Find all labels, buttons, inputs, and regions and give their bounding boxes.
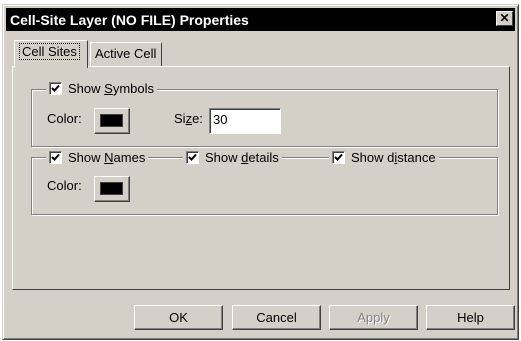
check-icon (334, 153, 343, 161)
close-icon: ✕ (499, 11, 510, 25)
names-color-label: Color: (47, 178, 82, 193)
show-details-label: Show details (205, 150, 279, 165)
tab-cell-sites[interactable]: Cell Sites (14, 40, 88, 68)
show-distance-option[interactable]: Show distance (329, 150, 439, 165)
ok-button[interactable]: OK (134, 305, 223, 330)
show-distance-checkbox[interactable] (332, 151, 345, 164)
show-distance-label: Show distance (351, 150, 436, 165)
check-icon (51, 153, 60, 161)
window-title: Cell-Site Layer (NO FILE) Properties (10, 11, 249, 28)
show-symbols-option[interactable]: Show Symbols (46, 81, 157, 96)
symbol-color-swatch (100, 114, 123, 127)
tab-active-cell[interactable]: Active Cell (90, 42, 162, 66)
show-names-option[interactable]: Show Names (46, 150, 149, 165)
show-names-checkbox[interactable] (49, 151, 62, 164)
show-symbols-checkbox[interactable] (49, 82, 62, 95)
show-details-checkbox[interactable] (186, 151, 199, 164)
check-icon (51, 84, 60, 92)
size-input[interactable]: 30 (209, 108, 281, 134)
close-button[interactable]: ✕ (496, 11, 513, 26)
help-button[interactable]: Help (426, 305, 515, 330)
cancel-button[interactable]: Cancel (232, 305, 321, 330)
tab-label: Active Cell (95, 46, 157, 61)
show-names-label: Show Names (68, 150, 146, 165)
tab-label: Cell Sites (19, 43, 80, 60)
show-details-option[interactable]: Show details (183, 150, 282, 165)
symbol-color-label: Color: (47, 111, 82, 126)
symbol-color-button[interactable] (94, 108, 130, 134)
title-bar: Cell-Site Layer (NO FILE) Properties ✕ (6, 8, 515, 31)
names-color-button[interactable] (94, 176, 130, 202)
show-symbols-label: Show Symbols (68, 81, 154, 96)
tab-panel-cell-sites: Show Symbols Color: Size: 30 Show Names … (12, 66, 510, 290)
names-color-swatch (100, 182, 123, 195)
apply-button[interactable]: Apply (329, 305, 418, 330)
check-icon (188, 153, 197, 161)
size-label: Size: (174, 111, 203, 126)
